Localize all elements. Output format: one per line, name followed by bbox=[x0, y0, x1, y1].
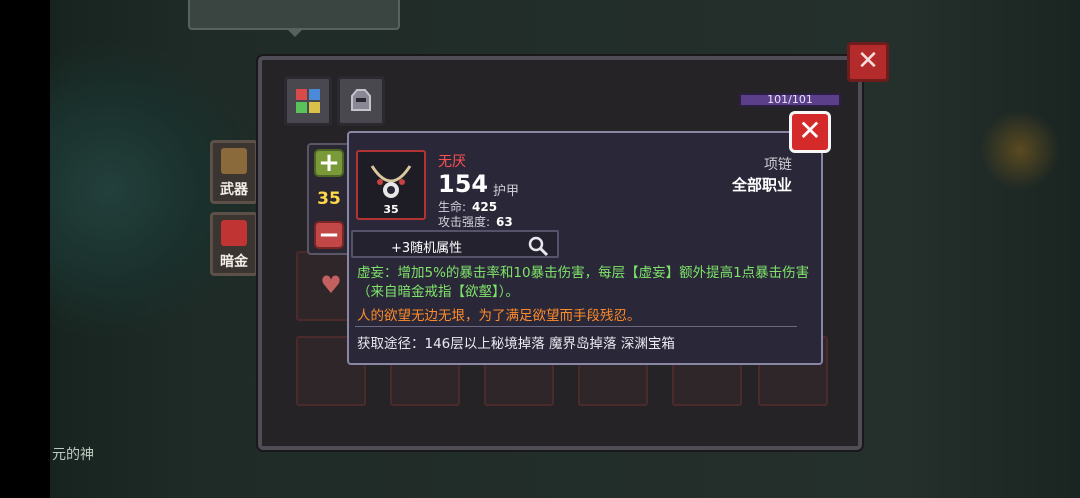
stat-label: 生命: bbox=[438, 200, 467, 214]
gem-grid-icon bbox=[296, 89, 320, 113]
panel-close-button[interactable]: ✕ bbox=[847, 42, 889, 82]
side-button-label: 武器 bbox=[220, 182, 248, 198]
random-attributes-row[interactable]: +3随机属性 bbox=[351, 230, 559, 258]
necklace-icon bbox=[370, 165, 412, 198]
tooltip-close-button[interactable]: ✕ bbox=[789, 111, 831, 153]
level-stepper: + 35 − bbox=[307, 143, 351, 255]
item-source-text: 获取途径：146层以上秘境掉落 魔界岛掉落 深渊宝箱 bbox=[357, 336, 675, 352]
item-armor-label: 护甲 bbox=[493, 184, 520, 199]
item-name: 无厌 bbox=[438, 154, 466, 170]
helmet-icon bbox=[351, 89, 371, 111]
tab-armor[interactable] bbox=[337, 76, 385, 126]
item-icon-frame: 35 bbox=[356, 150, 426, 220]
tooltip-divider bbox=[355, 326, 797, 327]
dark-gold-icon bbox=[221, 220, 247, 246]
stat-attack: 攻击强度: 63 bbox=[438, 213, 513, 230]
side-button-dark-gold[interactable]: 暗金 bbox=[210, 212, 258, 276]
screen-edge bbox=[0, 0, 50, 498]
stat-value: 425 bbox=[472, 200, 498, 214]
level-minus-button[interactable]: − bbox=[314, 221, 344, 249]
item-level: 35 bbox=[383, 203, 399, 216]
background-hint-tail bbox=[288, 30, 302, 37]
item-type: 项链 bbox=[764, 157, 792, 173]
stat-label: 攻击强度: bbox=[438, 215, 491, 229]
sword-icon bbox=[221, 148, 247, 174]
item-armor-value: 154 bbox=[438, 170, 489, 198]
side-button-label: 暗金 bbox=[220, 254, 248, 270]
magnify-icon[interactable] bbox=[527, 235, 549, 257]
item-effect-text: 虚妄：增加5%的暴击率和10暴击伤害，每层【虚妄】额外提高1点暴击伤害（来自暗金… bbox=[357, 265, 810, 300]
level-value: 35 bbox=[317, 189, 341, 209]
capacity-bar: 101/101 bbox=[739, 93, 841, 107]
side-button-weapon[interactable]: 武器 bbox=[210, 140, 258, 204]
tab-gem[interactable] bbox=[284, 76, 332, 126]
background-caption: 元的神 bbox=[52, 447, 94, 463]
level-plus-button[interactable]: + bbox=[314, 149, 344, 177]
item-class: 全部职业 bbox=[731, 176, 792, 194]
background-hint-bubble bbox=[188, 0, 400, 30]
item-flavor-text: 人的欲望无边无垠，为了满足欲望而手段残忍。 bbox=[357, 308, 641, 324]
stat-value: 63 bbox=[496, 215, 513, 229]
random-attributes-label: +3随机属性 bbox=[391, 241, 463, 256]
